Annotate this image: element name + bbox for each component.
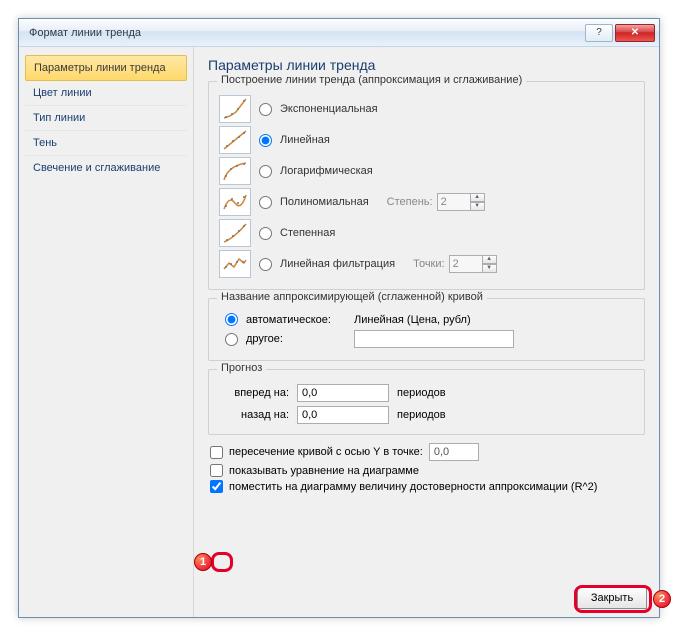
nav-line-color[interactable]: Цвет линии [25, 81, 187, 106]
label-intercept: пересечение кривой с осью Y в точке: [229, 446, 423, 458]
checkbox-equation[interactable] [210, 464, 223, 477]
nav-trendline-options[interactable]: Параметры линии тренда [25, 55, 187, 81]
moving-average-icon [219, 250, 251, 278]
group-trend-type-legend: Построение линии тренда (аппроксимация и… [217, 74, 526, 86]
custom-name-input[interactable] [354, 330, 514, 348]
label-equation: показывать уравнение на диаграмме [229, 465, 419, 477]
main-panel: Параметры линии тренда Построение линии … [194, 47, 659, 617]
nav-shadow[interactable]: Тень [25, 131, 187, 156]
dialog-window: Формат линии тренда ? ✕ Параметры линии … [18, 18, 660, 618]
close-window-button[interactable]: ✕ [615, 24, 655, 42]
checkbox-intercept[interactable] [210, 446, 223, 459]
degree-input [437, 193, 471, 211]
label-name-auto: автоматическое: [246, 314, 346, 326]
badge-1: 1 [194, 553, 212, 571]
label-power: Степенная [280, 227, 335, 239]
radio-polynomial[interactable] [259, 196, 272, 209]
label-logarithmic: Логарифмическая [280, 165, 373, 177]
group-trend-name-legend: Название аппроксимирующей (сглаженной) к… [217, 291, 487, 303]
group-trend-type: Построение линии тренда (аппроксимация и… [208, 81, 645, 290]
label-name-custom: другое: [246, 333, 346, 345]
radio-name-auto[interactable] [225, 313, 238, 326]
label-r2: поместить на диаграмму величину достовер… [229, 481, 597, 493]
backward-input[interactable] [297, 406, 389, 424]
radio-moving-average[interactable] [259, 258, 272, 271]
degree-spinner[interactable]: ▲▼ [437, 193, 485, 211]
backward-label: назад на: [225, 409, 289, 421]
sidebar: Параметры линии тренда Цвет линии Тип ли… [19, 47, 194, 617]
group-forecast: Прогноз вперед на: периодов назад на: пе… [208, 369, 645, 435]
linear-icon [219, 126, 251, 154]
badge-2: 2 [653, 590, 671, 608]
exponential-icon [219, 95, 251, 123]
radio-linear[interactable] [259, 134, 272, 147]
auto-name-value: Линейная (Цена, рубл) [354, 314, 471, 326]
label-polynomial: Полиномиальная [280, 196, 369, 208]
titlebar[interactable]: Формат линии тренда ? ✕ [19, 19, 659, 47]
intercept-input[interactable] [429, 443, 479, 461]
nav-line-style[interactable]: Тип линии [25, 106, 187, 131]
group-trend-name: Название аппроксимирующей (сглаженной) к… [208, 298, 645, 361]
forward-label: вперед на: [225, 387, 289, 399]
spin-down-icon: ▼ [471, 202, 485, 211]
radio-power[interactable] [259, 227, 272, 240]
radio-name-custom[interactable] [225, 333, 238, 346]
help-button[interactable]: ? [585, 24, 613, 42]
label-linear: Линейная [280, 134, 330, 146]
spin-up-icon: ▲ [483, 255, 497, 264]
page-title: Параметры линии тренда [208, 57, 645, 73]
period-input [449, 255, 483, 273]
backward-unit: периодов [397, 409, 446, 421]
period-label: Точки: [413, 258, 444, 270]
radio-logarithmic[interactable] [259, 165, 272, 178]
degree-label: Степень: [387, 196, 433, 208]
power-icon [219, 219, 251, 247]
forward-unit: периодов [397, 387, 446, 399]
window-title: Формат линии тренда [29, 27, 583, 39]
label-moving-average: Линейная фильтрация [280, 258, 395, 270]
radio-exponential[interactable] [259, 103, 272, 116]
label-exponential: Экспоненциальная [280, 103, 378, 115]
polynomial-icon [219, 188, 251, 216]
nav-glow[interactable]: Свечение и сглаживание [25, 156, 187, 180]
checkbox-r2[interactable] [210, 480, 223, 493]
group-forecast-legend: Прогноз [217, 362, 266, 374]
period-spinner[interactable]: ▲▼ [449, 255, 497, 273]
spin-down-icon: ▼ [483, 264, 497, 273]
close-button[interactable]: Закрыть [577, 587, 647, 609]
logarithmic-icon [219, 157, 251, 185]
spin-up-icon: ▲ [471, 193, 485, 202]
forward-input[interactable] [297, 384, 389, 402]
